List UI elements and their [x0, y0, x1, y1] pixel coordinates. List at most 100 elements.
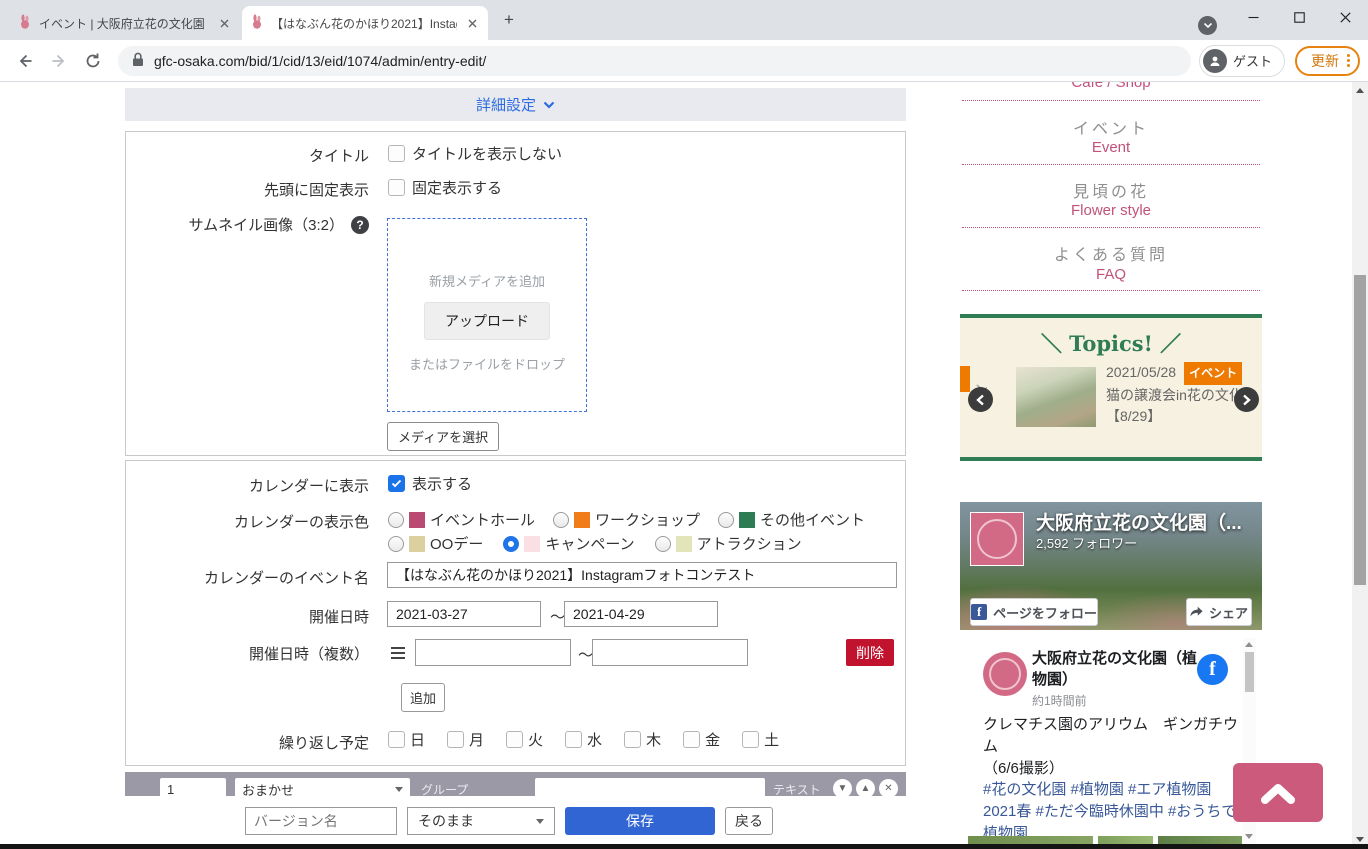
status-select[interactable]: そのまま — [407, 807, 555, 835]
window-minimize-icon[interactable] — [1230, 0, 1276, 34]
radio-icon[interactable] — [553, 512, 569, 528]
weekday-checkbox[interactable] — [388, 731, 405, 748]
radio-icon-selected[interactable] — [503, 536, 519, 552]
sidebar-item-flower-jp[interactable]: 見頃の花 — [960, 178, 1262, 202]
browser-tab-1[interactable]: イベント | 大阪府立花の文化園 — [10, 6, 240, 40]
upload-button[interactable]: アップロード — [424, 302, 550, 340]
weekday-checkbox[interactable] — [565, 731, 582, 748]
sidebar-item-flower-en[interactable]: Flower style — [960, 202, 1262, 219]
sidebar-item-event-jp[interactable]: イベント — [960, 115, 1262, 139]
hide-title-checkbox[interactable] — [388, 145, 405, 162]
weekday-checkbox[interactable] — [506, 731, 523, 748]
facebook-logo-icon[interactable]: f — [1197, 654, 1228, 685]
topics-item[interactable]: 2021/05/28 イベント 猫の譲渡会in花の文化 【8/29】 — [1106, 362, 1246, 428]
profile-button[interactable]: ゲスト — [1199, 45, 1285, 77]
tab-search-icon[interactable] — [1198, 16, 1217, 35]
weekday-checkbox[interactable] — [742, 731, 759, 748]
help-icon[interactable]: ? — [351, 216, 369, 234]
carousel-prev-icon[interactable] — [968, 387, 993, 412]
color-swatch — [524, 536, 540, 552]
calendar-show-checkbox[interactable] — [388, 475, 405, 492]
advanced-settings-toggle[interactable]: 詳細設定 — [125, 88, 906, 121]
radio-icon[interactable] — [388, 512, 404, 528]
facebook-follow-button[interactable]: f ページをフォロー — [970, 598, 1098, 626]
facebook-post-avatar[interactable] — [983, 652, 1027, 696]
radio-icon[interactable] — [388, 536, 404, 552]
scrollbar-thumb[interactable] — [1245, 652, 1254, 692]
tab-close-icon[interactable] — [464, 15, 480, 31]
scroll-to-top-button[interactable] — [1233, 763, 1323, 822]
page-scrollbar[interactable] — [1352, 82, 1368, 849]
scroll-down-icon[interactable] — [1245, 834, 1253, 839]
url-text: gfc-osaka.com/bid/1/cid/13/eid/1074/admi… — [154, 53, 486, 69]
unit-layout-select[interactable]: おまかせ — [235, 778, 410, 798]
weekday-sat[interactable]: 土 — [742, 729, 779, 750]
weekday-wed[interactable]: 水 — [565, 729, 602, 750]
new-tab-button[interactable]: + — [500, 11, 518, 29]
weekday-sun[interactable]: 日 — [388, 729, 425, 750]
scroll-up-icon[interactable] — [1245, 642, 1253, 647]
sidebar-item-faq-jp[interactable]: よくある質問 — [960, 241, 1262, 265]
sidebar-item-event-en[interactable]: Event — [960, 139, 1262, 156]
unit-group-input[interactable] — [535, 778, 765, 798]
media-dropzone[interactable]: 新規メディアを追加 アップロード またはファイルをドロップ — [387, 218, 587, 412]
back-icon[interactable] — [11, 47, 39, 75]
forward-icon[interactable] — [45, 47, 73, 75]
date-from-input[interactable] — [387, 601, 541, 627]
topics-thumbnail[interactable] — [1016, 367, 1096, 427]
weekday-thu[interactable]: 木 — [624, 729, 661, 750]
window-maximize-icon[interactable] — [1276, 0, 1322, 34]
sidebar-item-cafe-shop[interactable]: Cafe / Shop — [960, 82, 1262, 91]
facebook-share-button[interactable]: シェア — [1186, 598, 1252, 626]
multi-date-to-input[interactable] — [592, 639, 748, 666]
event-name-label: カレンダーのイベント名 — [126, 567, 369, 588]
weekday-fri[interactable]: 金 — [683, 729, 720, 750]
color-swatch — [574, 512, 590, 528]
weekday-checkbox[interactable] — [624, 731, 641, 748]
facebook-icon: f — [971, 604, 987, 620]
drag-handle-icon[interactable] — [391, 647, 405, 659]
pin-checkbox[interactable] — [388, 179, 405, 196]
delete-button[interactable]: 削除 — [846, 639, 894, 666]
facebook-post-author[interactable]: 大阪府立花の文化園（植物園） — [1032, 648, 1204, 690]
date-to-input[interactable] — [564, 601, 718, 627]
browser-menu-icon[interactable] — [1347, 54, 1350, 67]
weekday-checkbox[interactable] — [683, 731, 700, 748]
facebook-post-hashtags[interactable]: #花の文化園 #植物園 #エア植物園 2021春 #ただ今臨時休園中 #おうちで… — [983, 779, 1241, 844]
reload-icon[interactable] — [79, 47, 107, 75]
scroll-up-icon[interactable] — [1356, 88, 1364, 93]
radio-icon[interactable] — [718, 512, 734, 528]
version-name-input[interactable] — [245, 807, 397, 835]
tab-close-icon[interactable] — [216, 15, 232, 31]
radio-icon[interactable] — [655, 536, 671, 552]
color-option-other-event[interactable]: その他イベント — [718, 509, 865, 530]
weekday-mon[interactable]: 月 — [447, 729, 484, 750]
facebook-page-title[interactable]: 大阪府立花の文化園（... — [1036, 508, 1262, 535]
color-option-campaign[interactable]: キャンペーン — [503, 533, 634, 554]
color-option-oo-day[interactable]: OOデー — [388, 533, 483, 554]
browser-tab-2-active[interactable]: 【はなぶん花のかほり2021】Instagra — [242, 6, 488, 40]
scrollbar-thumb[interactable] — [1354, 275, 1366, 585]
update-chrome-button[interactable]: 更新 — [1295, 46, 1360, 76]
weekday-checkbox[interactable] — [447, 731, 464, 748]
carousel-next-icon[interactable] — [1234, 387, 1259, 412]
event-name-input[interactable] — [387, 562, 897, 588]
color-option-event-hall[interactable]: イベントホール — [388, 509, 535, 530]
topics-text2[interactable]: 【8/29】 — [1106, 406, 1246, 428]
scroll-down-icon[interactable] — [1356, 837, 1364, 842]
color-option-workshop[interactable]: ワークショップ — [553, 509, 700, 530]
select-media-button[interactable]: メディアを選択 — [387, 422, 499, 451]
browser-window: イベント | 大阪府立花の文化園 【はなぶん花のかほり2021】Instagra… — [0, 0, 1368, 849]
window-close-icon[interactable] — [1322, 0, 1368, 34]
facebook-page-avatar[interactable] — [970, 512, 1024, 566]
unit-count-input[interactable] — [160, 778, 226, 798]
topics-text[interactable]: 猫の譲渡会in花の文化 — [1106, 385, 1246, 407]
address-bar[interactable]: gfc-osaka.com/bid/1/cid/13/eid/1074/admi… — [118, 46, 1191, 76]
color-option-attraction[interactable]: アトラクション — [655, 533, 802, 554]
weekday-tue[interactable]: 火 — [506, 729, 543, 750]
multi-date-from-input[interactable] — [415, 639, 571, 666]
save-button[interactable]: 保存 — [565, 807, 715, 835]
add-date-button[interactable]: 追加 — [401, 683, 445, 712]
sidebar-item-faq-en[interactable]: FAQ — [960, 266, 1262, 283]
back-button[interactable]: 戻る — [725, 807, 773, 835]
